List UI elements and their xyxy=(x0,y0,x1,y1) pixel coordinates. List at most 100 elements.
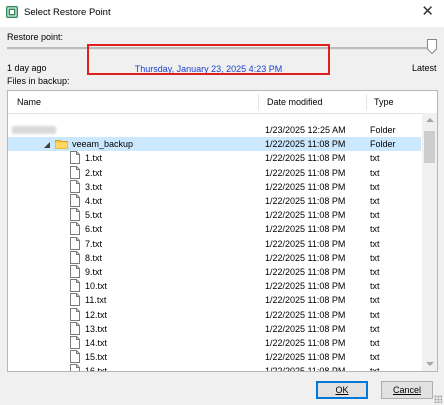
table-row[interactable]: 5.txt 1/22/2025 11:08 PM txt xyxy=(8,208,421,222)
table-row[interactable]: 7.txt 1/22/2025 11:08 PM txt xyxy=(8,236,421,251)
vertical-scrollbar[interactable] xyxy=(422,113,437,371)
row-type: txt xyxy=(370,181,380,192)
row-name: 3.txt xyxy=(85,181,103,192)
row-type: txt xyxy=(370,323,380,334)
row-date-modified: 1/22/2025 11:08 PM xyxy=(265,196,346,206)
row-date-modified: 1/22/2025 11:08 PM xyxy=(265,295,346,306)
ok-button[interactable]: OK xyxy=(316,381,368,399)
table-row[interactable]: 9.txt 1/22/2025 11:08 PM txt xyxy=(8,265,421,279)
row-date-modified: 1/22/2025 11:08 PM xyxy=(265,366,345,371)
column-divider[interactable] xyxy=(366,94,367,110)
cancel-button[interactable]: Cancel xyxy=(381,381,433,399)
text-file-icon xyxy=(70,293,80,307)
text-file-icon xyxy=(70,350,80,364)
row-name: 14.txt xyxy=(85,338,108,348)
row-type: txt xyxy=(370,167,380,178)
text-file-icon xyxy=(70,265,80,278)
row-type: txt xyxy=(370,281,380,292)
folder-row[interactable]: veeam_backup 1/22/2025 11:08 PM Folder xyxy=(8,137,421,152)
column-header-date[interactable]: Date modified xyxy=(267,97,323,107)
cancel-label: Cancel xyxy=(392,385,421,395)
table-row[interactable]: 4.txt 1/22/2025 11:08 PM txt xyxy=(8,194,421,208)
row-name: 6.txt xyxy=(85,224,103,235)
row-date-modified: 1/22/2025 11:08 PM xyxy=(265,252,346,263)
table-row[interactable]: 12.txt 1/22/2025 11:08 PM txt xyxy=(8,307,421,322)
row-name: 9.txt xyxy=(85,267,103,277)
file-rows: 1/23/2025 12:25 AM Folder veeam_backup 1/22… xyxy=(8,113,421,371)
table-row[interactable]: 6.txt 1/22/2025 11:08 PM txt xyxy=(8,222,421,236)
column-divider[interactable] xyxy=(258,94,259,110)
text-file-icon xyxy=(70,151,80,165)
files-in-backup-label: Files in backup: xyxy=(7,76,70,86)
row-type: txt xyxy=(370,224,380,235)
table-row[interactable]: 10.txt 1/22/2025 11:08 PM txt xyxy=(8,279,421,293)
row-name: 11.txt xyxy=(85,295,107,306)
row-type: txt xyxy=(370,210,380,221)
table-row[interactable]: 1/23/2025 12:25 AM Folder xyxy=(8,123,421,137)
text-file-icon xyxy=(70,364,80,371)
row-type: txt xyxy=(370,338,380,348)
row-name: 1.txt xyxy=(85,153,103,164)
row-type: txt xyxy=(370,352,380,363)
row-type: txt xyxy=(370,238,380,249)
scroll-thumb[interactable] xyxy=(424,131,435,163)
row-date-modified: 1/22/2025 11:08 PM xyxy=(265,352,346,363)
text-file-icon xyxy=(70,307,80,321)
row-date-modified: 1/22/2025 11:08 PM xyxy=(265,267,346,277)
scroll-up-icon[interactable] xyxy=(426,118,434,122)
blurred-name xyxy=(12,126,56,134)
row-date-modified: 1/22/2025 11:08 PM xyxy=(265,224,346,235)
slider-left-label: 1 day ago xyxy=(7,63,47,73)
text-file-icon xyxy=(70,336,80,349)
text-file-icon xyxy=(70,222,80,236)
table-row[interactable]: 3.txt 1/22/2025 11:08 PM txt xyxy=(8,179,421,194)
row-type: txt xyxy=(370,366,380,371)
text-file-icon xyxy=(70,194,80,207)
list-header: Name Date modified Type xyxy=(8,91,437,114)
row-date-modified: 1/22/2025 11:08 PM xyxy=(265,210,346,221)
text-file-icon xyxy=(70,179,80,193)
ok-label: OK xyxy=(335,385,349,395)
scroll-down-icon[interactable] xyxy=(426,362,434,366)
row-date-modified: 1/22/2025 11:08 PM xyxy=(265,153,346,164)
table-row[interactable]: 2.txt 1/22/2025 11:08 PM txt xyxy=(8,165,421,180)
row-date-modified: 1/22/2025 11:08 PM xyxy=(265,167,346,178)
row-date-modified: 1/22/2025 11:08 PM xyxy=(265,323,346,334)
column-header-type[interactable]: Type xyxy=(374,97,394,107)
row-type: txt xyxy=(370,252,380,263)
row-date-modified: 1/22/2025 11:08 PM xyxy=(265,139,346,150)
text-file-icon xyxy=(70,279,80,293)
row-name: 7.txt xyxy=(85,238,103,249)
table-row[interactable]: 8.txt 1/22/2025 11:08 PM txt xyxy=(8,250,421,265)
resize-grip-icon[interactable] xyxy=(434,395,442,403)
slider-thumb[interactable] xyxy=(427,39,437,55)
app-icon xyxy=(6,6,18,18)
close-icon[interactable]: ✕ xyxy=(421,3,434,21)
row-type: txt xyxy=(370,309,380,320)
row-name: 13.txt xyxy=(85,323,108,334)
row-name: 16.txt xyxy=(85,366,107,371)
row-name: 12.txt xyxy=(85,309,108,320)
column-header-name[interactable]: Name xyxy=(17,97,41,107)
title-bar: Select Restore Point ✕ xyxy=(0,0,444,27)
row-date-modified: 1/22/2025 11:08 PM xyxy=(265,281,346,292)
expand-collapse-icon[interactable] xyxy=(44,140,50,149)
table-row[interactable]: 1.txt 1/22/2025 11:08 PM txt xyxy=(8,151,421,165)
row-name: 8.txt xyxy=(85,252,103,263)
row-name: 15.txt xyxy=(85,352,108,363)
row-name: 4.txt xyxy=(85,196,103,206)
restore-point-label: Restore point: xyxy=(7,32,64,42)
table-row[interactable]: 13.txt 1/22/2025 11:08 PM txt xyxy=(8,321,421,336)
table-row[interactable]: 15.txt 1/22/2025 11:08 PM txt xyxy=(8,350,421,364)
text-file-icon xyxy=(70,208,80,222)
text-file-icon xyxy=(70,165,80,179)
file-list[interactable]: Name Date modified Type 1/23/2025 12:25 … xyxy=(7,90,438,372)
table-row[interactable]: 16.txt 1/22/2025 11:08 PM txt xyxy=(8,364,421,371)
row-type: txt xyxy=(370,295,380,306)
slider-right-label: Latest xyxy=(412,63,437,73)
row-date-modified: 1/22/2025 11:08 PM xyxy=(265,181,346,192)
row-date-modified: 1/22/2025 11:08 PM xyxy=(265,238,346,249)
table-row[interactable]: 11.txt 1/22/2025 11:08 PM txt xyxy=(8,293,421,307)
table-row[interactable]: 14.txt 1/22/2025 11:08 PM txt xyxy=(8,336,421,350)
row-name: 2.txt xyxy=(85,167,103,178)
